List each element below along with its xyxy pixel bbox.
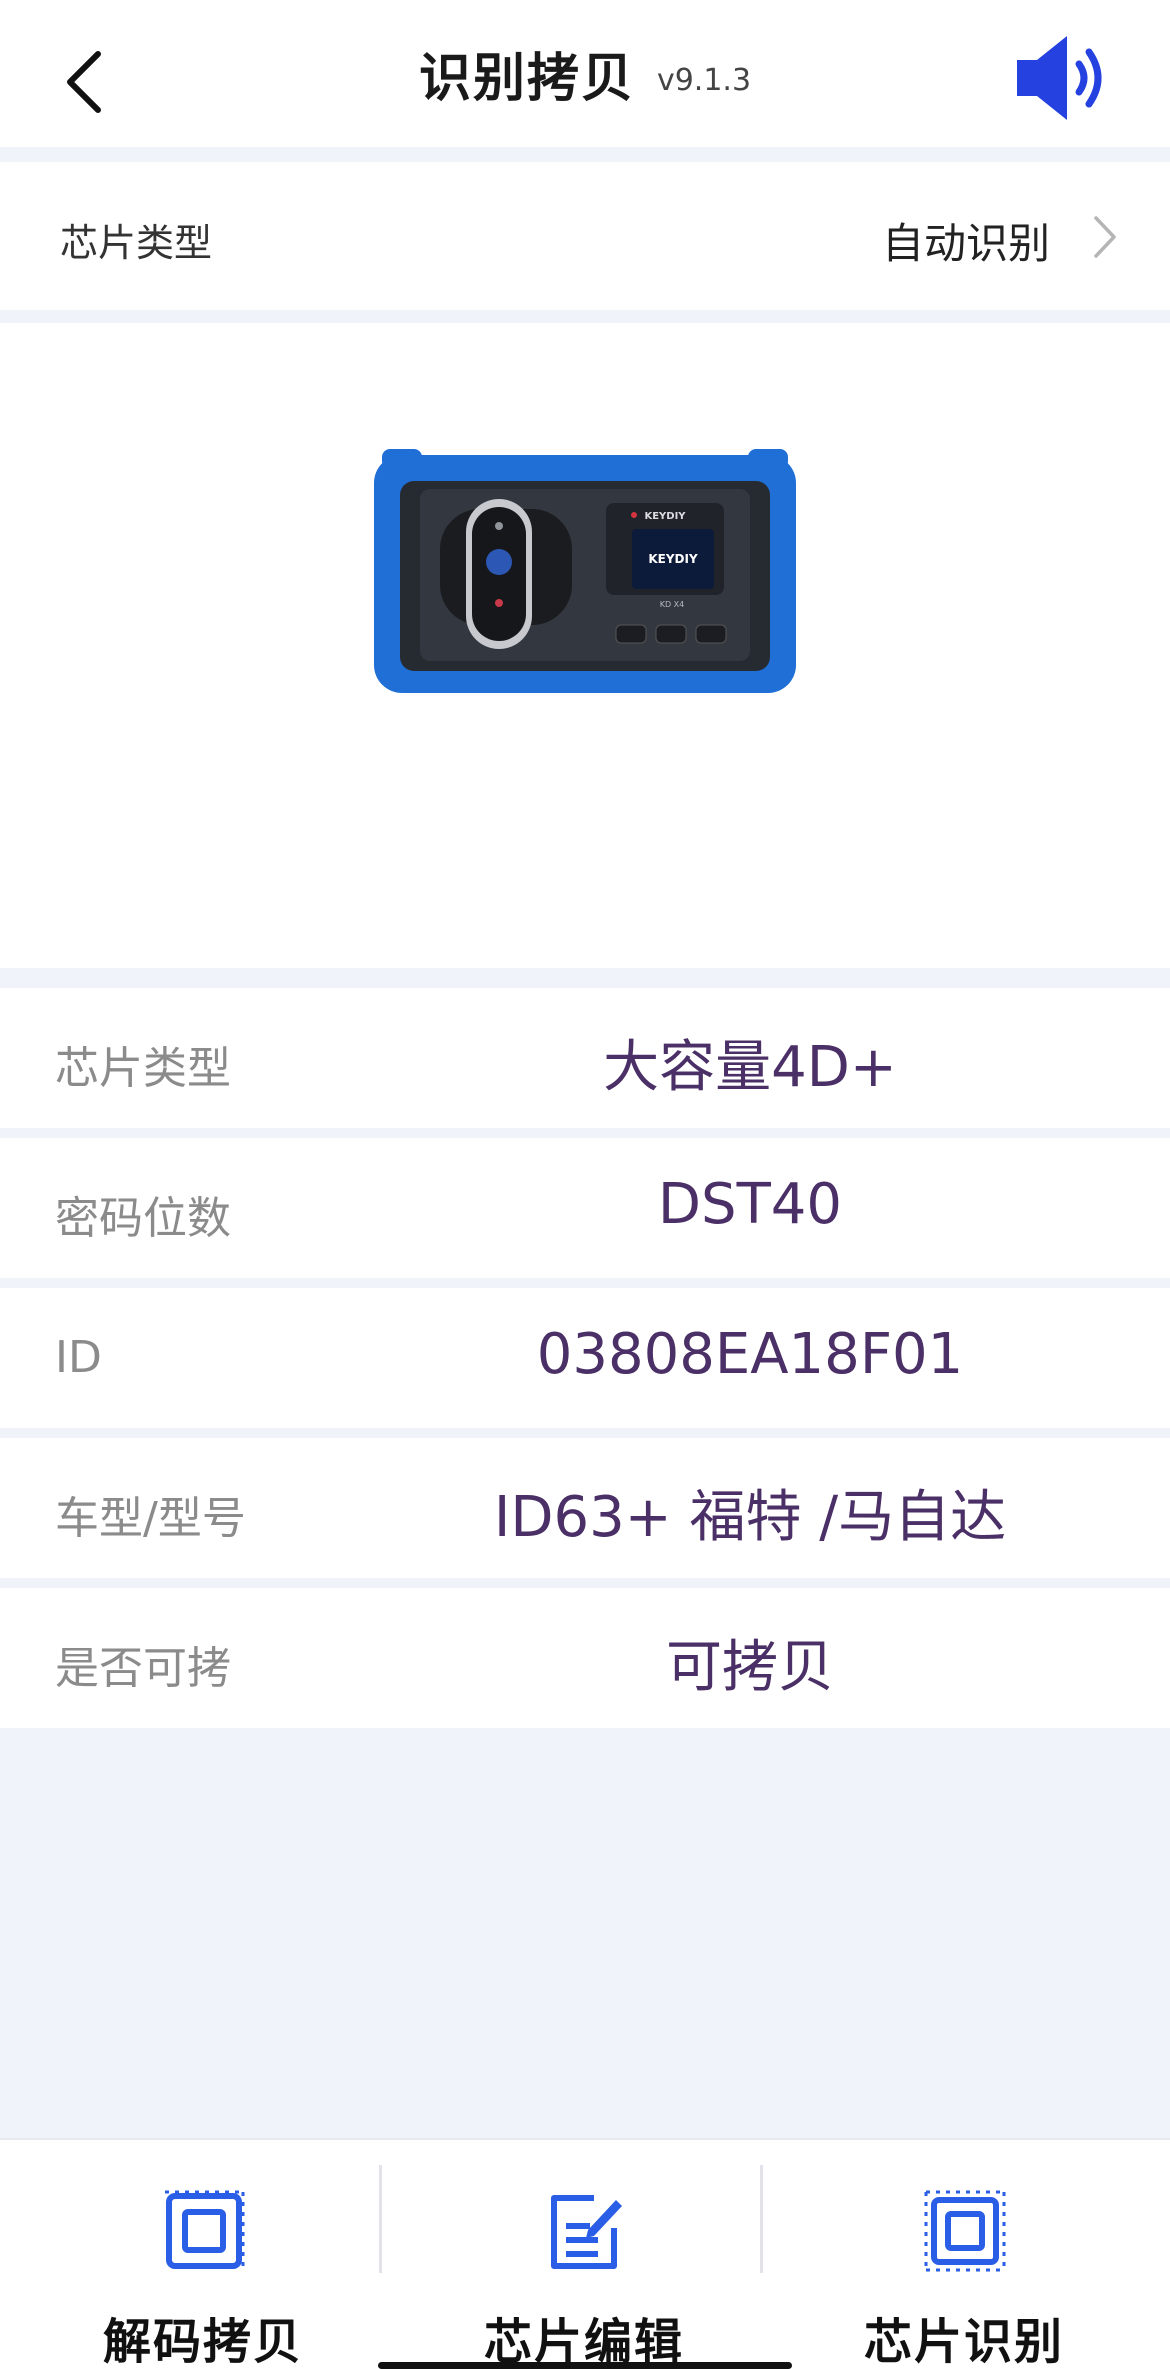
tab-divider [760, 2165, 763, 2273]
tab-chip-identify[interactable]: 芯片识别 [814, 2160, 1114, 2369]
info-row-password-bits: 密码位数 DST40 [0, 1138, 1170, 1278]
tab-label: 解码拷贝 [102, 2314, 303, 2369]
chip-scan-icon [924, 2190, 1006, 2272]
info-label: ID [55, 1332, 102, 1383]
version-label: v9.1.3 [656, 63, 752, 98]
sound-toggle-button[interactable] [1005, 30, 1115, 125]
top-nav-bar: 识别拷贝 v9.1.3 [0, 0, 1170, 147]
info-value: 大容量4D+ [603, 1035, 897, 1100]
page: 识别拷贝 v9.1.3 芯片类型 自动识别 KEYDIY KEYDIY KD X… [0, 0, 1170, 2369]
device-model-text: KD X4 [660, 600, 685, 609]
edit-document-icon [551, 2195, 622, 2269]
chevron-right-icon [1094, 216, 1116, 258]
info-value: DST40 [657, 1172, 843, 1237]
info-label: 芯片类型 [55, 1043, 231, 1094]
bottom-tab-bar: 解码拷贝 芯片编辑 芯片识别 [0, 2138, 1170, 2369]
info-row-copyable: 是否可拷 可拷贝 [0, 1588, 1170, 1728]
info-label: 车型/型号 [55, 1493, 246, 1544]
tab-decode-copy[interactable]: 解码拷贝 [53, 2160, 353, 2369]
device-screen-text: KEYDIY [648, 552, 698, 566]
home-indicator [378, 2362, 792, 2369]
page-title: 识别拷贝 [418, 49, 635, 109]
tab-divider [379, 2165, 382, 2273]
chip-type-selector-value: 自动识别 [881, 219, 1050, 268]
info-value: 可拷贝 [666, 1635, 834, 1700]
title-wrap: 识别拷贝 v9.1.3 [0, 0, 1170, 147]
info-row-id: ID 03808EA18F01 [0, 1288, 1170, 1428]
info-row-chip-type: 芯片类型 大容量4D+ [0, 988, 1170, 1128]
chip-type-selector[interactable]: 芯片类型 自动识别 [0, 162, 1170, 310]
info-label: 密码位数 [55, 1193, 231, 1244]
key-programmer-device-image: KEYDIY KEYDIY KD X4 [374, 449, 796, 693]
info-row-vehicle-model: 车型/型号 ID63+ 福特 /马自达 [0, 1438, 1170, 1578]
chip-type-selector-label: 芯片类型 [60, 221, 213, 265]
speaker-volume-icon [1017, 36, 1102, 120]
info-value: ID63+ 福特 /马自达 [493, 1485, 1007, 1550]
tab-chip-edit[interactable]: 芯片编辑 [434, 2160, 734, 2369]
device-image-panel: KEYDIY KEYDIY KD X4 [0, 323, 1170, 968]
device-brand-text: KEYDIY [644, 511, 686, 522]
chip-decode-icon [165, 2190, 245, 2270]
info-value: 03808EA18F01 [536, 1322, 964, 1387]
tab-label: 芯片编辑 [483, 2314, 684, 2369]
tab-label: 芯片识别 [863, 2314, 1064, 2369]
info-label: 是否可拷 [55, 1643, 231, 1694]
